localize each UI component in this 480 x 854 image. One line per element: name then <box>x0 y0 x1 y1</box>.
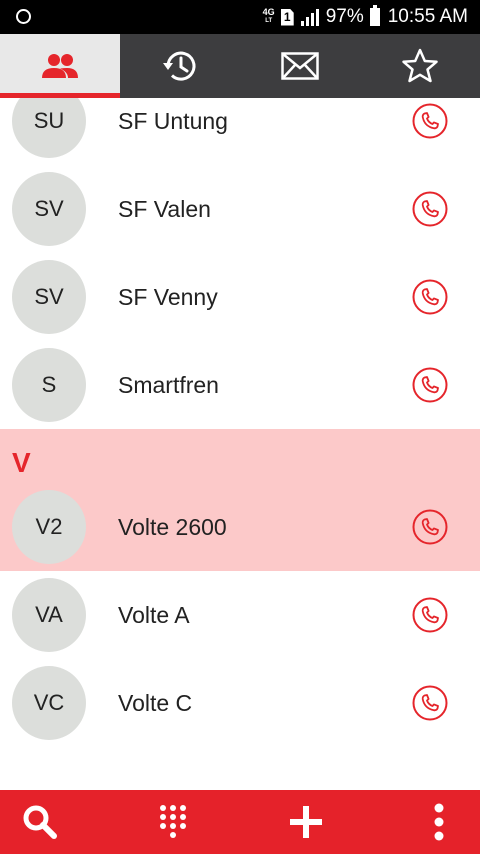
tab-history[interactable] <box>120 34 240 98</box>
search-icon <box>23 805 57 839</box>
phone-icon <box>412 509 448 545</box>
notification-icon <box>16 9 31 24</box>
tab-contacts[interactable] <box>0 34 120 98</box>
contact-row[interactable]: SV SF Valen <box>0 165 480 253</box>
status-bar: 4G LT 1 97% 10:55 AM <box>0 0 480 34</box>
call-button[interactable] <box>412 279 448 315</box>
avatar: VC <box>12 666 86 740</box>
avatar: V2 <box>12 490 86 564</box>
avatar: SV <box>12 260 86 334</box>
contact-name: SF Valen <box>118 196 211 222</box>
tab-favorites[interactable] <box>360 34 480 98</box>
call-button[interactable] <box>412 685 448 721</box>
contact-name: Volte 2600 <box>118 514 227 540</box>
contact-name: Smartfren <box>118 372 219 398</box>
status-right: 4G LT 1 97% 10:55 AM <box>263 0 468 34</box>
contacts-icon <box>42 54 78 78</box>
avatar: S <box>12 348 86 422</box>
contact-name: Volte A <box>118 602 190 628</box>
tab-messages[interactable] <box>240 34 360 98</box>
clock: 10:55 AM <box>387 6 468 27</box>
contact-name: Volte C <box>118 690 193 716</box>
call-button[interactable] <box>412 509 448 545</box>
dialpad-button[interactable] <box>143 790 203 854</box>
message-icon <box>281 52 319 80</box>
contact-row[interactable]: SV SF Venny <box>0 253 480 341</box>
phone-icon <box>412 279 448 315</box>
phone-icon <box>412 367 448 403</box>
add-contact-button[interactable] <box>276 790 336 854</box>
more-options-button[interactable] <box>409 790 469 854</box>
star-icon <box>402 48 438 83</box>
add-icon <box>290 806 322 838</box>
more-icon <box>434 803 444 841</box>
avatar: SV <box>12 172 86 246</box>
contact-row[interactable]: SU SF Untung <box>0 98 480 165</box>
phone-icon <box>412 103 448 139</box>
sim-icon: 1 <box>280 8 294 26</box>
contact-name: SF Venny <box>118 284 218 310</box>
call-button[interactable] <box>412 103 448 139</box>
avatar: SU <box>12 98 86 158</box>
phone-icon <box>412 685 448 721</box>
phone-icon <box>412 191 448 227</box>
tab-bar <box>0 34 480 98</box>
section-letter: V <box>12 447 31 478</box>
avatar: VA <box>12 578 86 652</box>
call-button[interactable] <box>412 597 448 633</box>
call-button[interactable] <box>412 367 448 403</box>
contact-row[interactable]: S Smartfren <box>0 341 480 429</box>
contact-list[interactable]: SU SF Untung SV SF Valen SV SF Venny S Smartfre… <box>0 98 480 790</box>
search-button[interactable] <box>10 790 70 854</box>
contact-row[interactable]: V2 Volte 2600 <box>0 483 480 571</box>
bottom-bar <box>0 790 480 854</box>
phone-icon <box>412 597 448 633</box>
contact-row[interactable]: VA Volte A <box>0 571 480 659</box>
battery-icon <box>369 5 380 26</box>
section-header: V <box>0 429 480 483</box>
contact-name: SF Untung <box>118 108 228 134</box>
signal-icon <box>300 9 319 26</box>
network-type: 4G LT <box>262 7 275 25</box>
battery-percent: 97% <box>325 6 364 27</box>
contact-row[interactable]: VC Volte C <box>0 659 480 747</box>
dialpad-icon <box>160 805 186 838</box>
history-icon <box>163 51 196 81</box>
call-button[interactable] <box>412 191 448 227</box>
